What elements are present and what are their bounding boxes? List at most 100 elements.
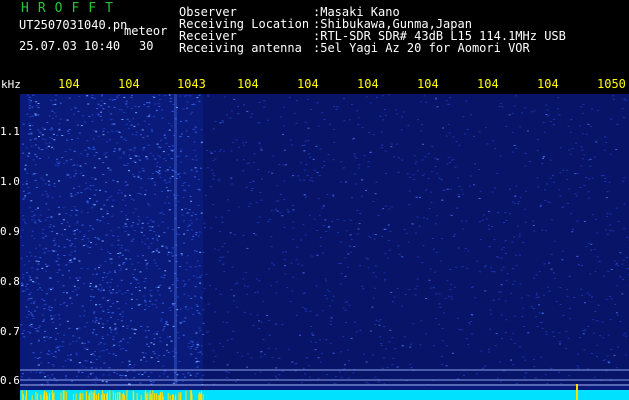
noise-pixel [45, 293, 48, 295]
noise-pixel [377, 381, 380, 383]
noise-pixel [41, 194, 44, 196]
noise-pixel [622, 279, 625, 280]
noise-pixel [24, 170, 27, 172]
noise-pixel [381, 235, 384, 237]
noise-pixel [34, 220, 37, 222]
noise-pixel [98, 158, 101, 160]
noise-pixel [183, 172, 186, 174]
noise-pixel [416, 285, 419, 287]
noise-pixel [119, 252, 122, 254]
noise-pixel [29, 100, 32, 102]
noise-pixel [24, 223, 27, 225]
baseline-spike [94, 390, 96, 400]
noise-pixel [142, 149, 145, 151]
noise-pixel [493, 271, 496, 272]
noise-pixel [39, 351, 42, 353]
noise-pixel [304, 373, 306, 375]
noise-pixel [190, 297, 193, 299]
noise-pixel [171, 169, 174, 171]
noise-pixel [550, 367, 553, 369]
noise-pixel [299, 162, 302, 164]
noise-pixel [138, 193, 141, 194]
noise-pixel [78, 186, 81, 187]
noise-pixel [144, 301, 147, 303]
noise-pixel [121, 316, 124, 317]
noise-pixel [350, 337, 353, 339]
noise-pixel [149, 114, 151, 116]
noise-pixel [163, 158, 166, 160]
noise-pixel [37, 129, 40, 131]
noise-pixel [442, 127, 444, 129]
noise-pixel [80, 125, 83, 127]
noise-pixel [568, 275, 571, 277]
noise-pixel [432, 248, 435, 250]
noise-pixel [310, 341, 313, 343]
noise-pixel [149, 381, 152, 382]
noise-pixel [37, 330, 40, 332]
noise-pixel [44, 190, 47, 192]
baseline-spike [174, 395, 176, 400]
noise-pixel [323, 119, 326, 121]
noise-pixel [110, 130, 113, 132]
noise-pixel [124, 292, 127, 294]
noise-pixel [487, 348, 490, 350]
noise-pixel [496, 377, 499, 379]
noise-pixel [124, 223, 127, 225]
noise-pixel [128, 154, 131, 156]
noise-pixel [326, 289, 329, 291]
noise-pixel [169, 290, 172, 291]
noise-pixel [190, 215, 193, 217]
noise-pixel [158, 94, 161, 96]
spectrogram-canvas [20, 94, 629, 400]
noise-pixel [342, 307, 345, 309]
noise-pixel [129, 337, 132, 339]
noise-pixel [48, 226, 51, 228]
noise-pixel [32, 316, 35, 317]
noise-pixel [51, 364, 54, 365]
noise-pixel [421, 262, 424, 264]
noise-pixel [150, 178, 153, 180]
interval-label: 30 [139, 39, 154, 53]
noise-pixel [50, 99, 53, 101]
noise-pixel [144, 330, 147, 332]
noise-pixel [567, 337, 570, 339]
noise-pixel [144, 352, 147, 354]
noise-pixel [567, 203, 569, 204]
noise-pixel [147, 203, 150, 205]
noise-pixel [109, 271, 112, 273]
noise-pixel [355, 157, 358, 159]
noise-pixel [467, 250, 470, 252]
noise-pixel [275, 367, 278, 369]
noise-pixel [461, 266, 464, 268]
noise-pixel [158, 173, 161, 175]
noise-pixel [593, 332, 596, 334]
noise-pixel [237, 206, 240, 208]
noise-pixel [52, 104, 55, 106]
noise-pixel [164, 95, 167, 96]
noise-pixel [230, 338, 233, 340]
noise-pixel [90, 289, 93, 290]
noise-pixel [283, 259, 286, 261]
noise-pixel [215, 288, 217, 290]
noise-pixel [596, 110, 599, 112]
noise-pixel [310, 177, 313, 179]
noise-pixel [515, 254, 518, 256]
noise-pixel [197, 204, 200, 206]
noise-pixel [447, 123, 450, 125]
noise-pixel [131, 263, 134, 265]
noise-pixel [129, 149, 132, 151]
noise-pixel [26, 299, 29, 301]
noise-pixel [166, 196, 169, 198]
noise-pixel [124, 181, 127, 183]
noise-pixel [545, 230, 548, 232]
noise-pixel [51, 138, 54, 140]
noise-pixel [92, 146, 95, 148]
noise-pixel [155, 250, 158, 252]
noise-pixel [108, 290, 111, 292]
noise-pixel [167, 351, 170, 353]
noise-pixel [37, 260, 40, 262]
noise-pixel [32, 281, 35, 283]
noise-pixel [452, 158, 455, 160]
noise-pixel [384, 114, 387, 116]
noise-pixel [367, 267, 370, 269]
